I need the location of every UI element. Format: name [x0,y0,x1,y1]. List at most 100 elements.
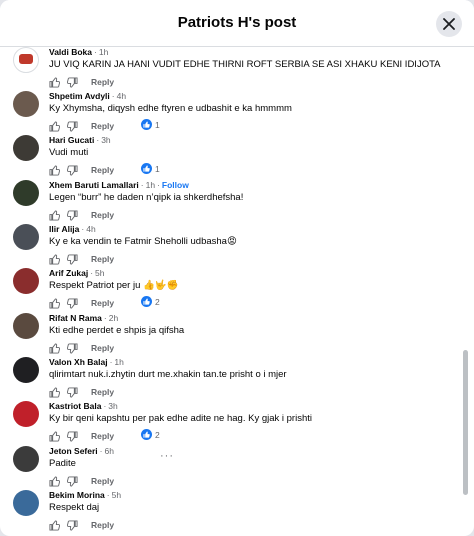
thumbs-down-icon[interactable] [67,475,78,487]
reaction-number: 2 [155,296,160,307]
comment-actions: Reply [49,385,114,399]
scrollbar[interactable] [463,350,468,495]
avatar[interactable] [13,224,39,250]
comment-author[interactable]: Jeton Seferi [49,446,98,456]
reply-button[interactable]: Reply [91,343,114,353]
comment-actions: Reply [49,119,114,133]
comment-item: Kastriot Bala · 3h Ky bir qeni kapshtu per… [13,401,453,445]
avatar[interactable] [13,47,39,73]
comment-time[interactable]: 5h [112,490,121,500]
comment-time[interactable]: 2h [109,313,118,323]
reply-button[interactable]: Reply [91,254,114,264]
thumbs-up-icon[interactable] [49,120,60,132]
reaction-number: 1 [155,119,160,130]
reply-button[interactable]: Reply [91,210,114,220]
comment-text: Respekt Patriot per ju 👍🤟✊ [49,280,179,291]
comment-time[interactable]: 1h [99,47,108,57]
comment-author[interactable]: Hari Gucati [49,135,94,145]
reaction-number: 1 [155,163,160,174]
thumbs-down-icon[interactable] [67,164,78,176]
comment-time[interactable]: 6h [105,446,114,456]
avatar[interactable] [13,446,39,472]
thumbs-down-icon[interactable] [67,430,78,442]
comment-text: Legen “burr” he daden n’qipk ia shkerdhe… [49,192,244,203]
avatar[interactable] [13,91,39,117]
reaction-count[interactable]: 2 [141,296,160,307]
comment-time[interactable]: 5h [95,268,104,278]
comment-text: Respekt daj [49,502,100,513]
comment-meta: Jeton Seferi · 6h [49,446,114,456]
thumbs-down-icon[interactable] [67,386,78,398]
reply-button[interactable]: Reply [91,77,114,87]
thumbs-up-icon[interactable] [49,342,60,354]
reply-button[interactable]: Reply [91,165,114,175]
comment-actions: Reply [49,429,114,443]
comment-author[interactable]: Xhem Baruti Lamallari [49,180,139,190]
thumbs-down-icon[interactable] [67,120,78,132]
reply-button[interactable]: Reply [91,431,114,441]
comment-item: Arif Zukaj · 5h Respekt Patriot per ju 👍🤟✊… [13,268,453,312]
reaction-number: 2 [155,429,160,440]
comment-text: Ky Xhymsha, diqysh edhe ftyren e udbashi… [49,103,292,114]
avatar[interactable] [13,268,39,294]
avatar[interactable] [13,180,39,206]
dialog-header: Patriots H's post [0,0,474,47]
avatar[interactable] [13,135,39,161]
thumbs-up-icon[interactable] [49,475,60,487]
reply-button[interactable]: Reply [91,520,114,530]
like-reaction-icon [141,296,152,307]
reply-button[interactable]: Reply [91,121,114,131]
follow-button[interactable]: Follow [162,180,189,190]
reply-button[interactable]: Reply [91,298,114,308]
thumbs-down-icon[interactable] [67,342,78,354]
comment-author[interactable]: Rifat N Rama [49,313,102,323]
comment-author[interactable]: Ilir Alija [49,224,79,234]
thumbs-down-icon[interactable] [67,76,78,88]
comment-actions: Reply [49,208,114,222]
avatar[interactable] [13,401,39,427]
thumbs-up-icon[interactable] [49,164,60,176]
comment-time[interactable]: 4h [86,224,95,234]
thumbs-up-icon[interactable] [49,76,60,88]
comment-time[interactable]: 3h [108,401,117,411]
comment-meta: Valon Xh Balaj · 1h [49,357,124,367]
reaction-count[interactable]: 1 [141,163,160,174]
close-button[interactable] [436,11,462,37]
thumbs-up-icon[interactable] [49,519,60,531]
close-icon [443,18,455,30]
reply-button[interactable]: Reply [91,387,114,397]
avatar[interactable] [13,490,39,516]
comment-time[interactable]: 1h [146,180,155,190]
comment-author[interactable]: Valon Xh Balaj [49,357,108,367]
comment-author[interactable]: Arif Zukaj [49,268,88,278]
like-reaction-icon [141,429,152,440]
comment-author[interactable]: Valdi Boka [49,47,92,57]
comment-meta: Arif Zukaj · 5h [49,268,105,278]
comment-author[interactable]: Shpetim Avdyli [49,91,110,101]
comment-list[interactable]: Valdi Boka · 1h JU VIQ KARIN JA HANI VUDIT… [0,47,474,536]
thumbs-up-icon[interactable] [49,253,60,265]
thumbs-down-icon[interactable] [67,297,78,309]
comment-time[interactable]: 1h [114,357,123,367]
comment-time[interactable]: 4h [117,91,126,101]
thumbs-down-icon[interactable] [67,253,78,265]
comment-text: Ky e ka vendin te Fatmir Sheholli udbash… [49,236,237,247]
reaction-count[interactable]: 1 [141,119,160,130]
comment-author[interactable]: Kastriot Bala [49,401,101,411]
avatar[interactable] [13,357,39,383]
like-reaction-icon [141,163,152,174]
reply-button[interactable]: Reply [91,476,114,486]
thumbs-down-icon[interactable] [67,519,78,531]
comment-item: Hari Gucati · 3h Vudi muti Reply 1 [13,135,453,179]
more-options-icon[interactable]: ··· [160,450,174,462]
avatar[interactable] [13,313,39,339]
comment-meta: Bekim Morina · 5h [49,490,122,500]
thumbs-down-icon[interactable] [67,209,78,221]
thumbs-up-icon[interactable] [49,430,60,442]
thumbs-up-icon[interactable] [49,386,60,398]
comment-author[interactable]: Bekim Morina [49,490,105,500]
thumbs-up-icon[interactable] [49,209,60,221]
comment-time[interactable]: 3h [101,135,110,145]
thumbs-up-icon[interactable] [49,297,60,309]
reaction-count[interactable]: 2 [141,429,160,440]
